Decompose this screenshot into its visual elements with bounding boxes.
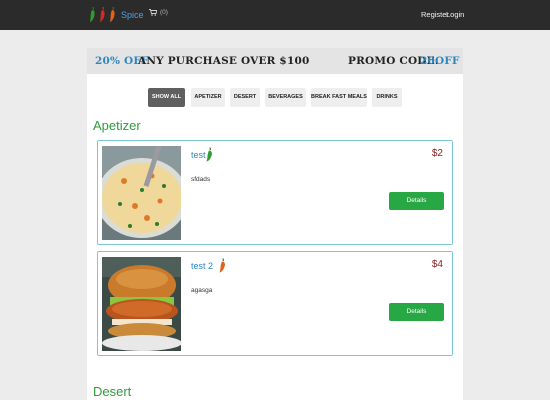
filter-drinks[interactable]: DRINKS [372, 88, 402, 107]
item-price: $2 [431, 148, 443, 159]
green-chili-icon [90, 6, 95, 22]
burger-image [102, 257, 181, 351]
item-name: test 2 [191, 261, 214, 271]
brand-name[interactable]: Spice [121, 10, 144, 20]
details-button[interactable]: Details [389, 192, 444, 210]
promo-code: 20OFF [420, 55, 460, 67]
shopping-cart-icon [149, 9, 157, 16]
cart-count: (0) [160, 9, 168, 16]
red-chili-icon [100, 6, 105, 22]
brand-logo[interactable]: Spice [88, 6, 144, 23]
details-button[interactable]: Details [389, 303, 444, 321]
cart-link[interactable]: (0) [149, 9, 168, 16]
menu-item-card: test sfdads $2 Details [97, 140, 453, 245]
orange-chili-icon [110, 6, 115, 22]
login-link[interactable]: Login [446, 10, 464, 19]
item-description: sfdads [191, 176, 211, 183]
item-description: agasga [191, 287, 213, 294]
item-price: $4 [431, 259, 443, 270]
menu-item-card: test 2 agasga $4 Details [97, 251, 453, 356]
section-title-desert: Desert [93, 384, 132, 399]
soup-image [102, 146, 181, 240]
filter-apetizer[interactable]: APETIZER [191, 88, 225, 107]
filter-breakfast-meals[interactable]: BREAK FAST MEALS [311, 88, 367, 107]
promo-banner: 20% OFF ANY PURCHASE OVER $100 PROMO COD… [87, 48, 463, 74]
promo-text: ANY PURCHASE OVER $100 [138, 55, 310, 67]
filter-desert[interactable]: DESERT [230, 88, 260, 107]
filter-beverages[interactable]: BEVERAGES [265, 88, 306, 107]
register-link[interactable]: Register [421, 10, 449, 19]
filter-show-all[interactable]: SHOW ALL [148, 88, 185, 107]
navbar: Spice (0) Register Login [0, 0, 550, 30]
section-title-apetizer: Apetizer [93, 118, 141, 133]
green-chili-icon [206, 147, 212, 162]
item-name: test [191, 150, 206, 160]
orange-chili-icon [219, 258, 225, 273]
menu-container: 20% OFF ANY PURCHASE OVER $100 PROMO COD… [87, 48, 463, 400]
